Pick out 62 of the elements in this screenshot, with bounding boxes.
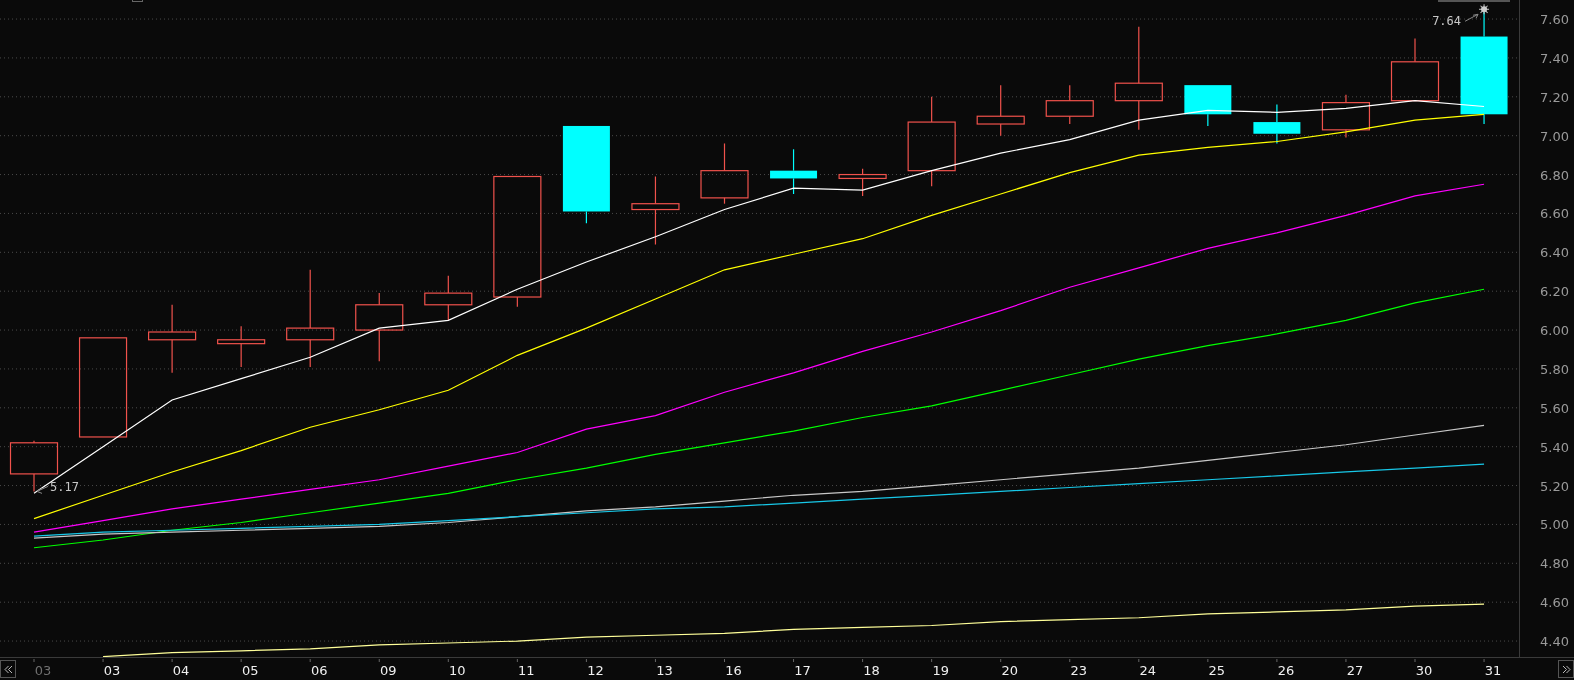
candlestick: [1390, 37, 1440, 102]
candlestick: [424, 275, 473, 321]
leader-arrow: [1464, 13, 1479, 22]
y-axis-label: 7.20: [1540, 89, 1569, 105]
x-axis-label: 09: [380, 662, 397, 678]
y-axis-label: 5.20: [1540, 478, 1569, 494]
y-axis-label: 7.60: [1540, 12, 1569, 28]
y-axis-label: 7.00: [1540, 128, 1569, 144]
x-axis-label: 18: [863, 662, 880, 678]
candlestick: [976, 84, 1025, 137]
x-axis-label: 11: [518, 662, 535, 678]
y-axis-label: 5.80: [1540, 361, 1569, 377]
x-axis-label: 24: [1139, 662, 1157, 678]
x-axis-label: 06: [310, 662, 328, 678]
candlestick: [1321, 94, 1371, 139]
x-axis-label: 04: [172, 662, 190, 678]
y-axis-label: 6.20: [1540, 284, 1569, 300]
y-axis-label: 6.40: [1540, 245, 1569, 261]
y-axis-label: 4.40: [1540, 634, 1569, 650]
x-axis-label: 26: [1277, 662, 1295, 678]
x-axis-label: 30: [1415, 662, 1433, 678]
x-axis-label: 20: [1001, 662, 1018, 678]
leader-arrow: [36, 485, 49, 494]
y-axis-label: 5.00: [1540, 517, 1569, 533]
y-axis-label: 7.40: [1540, 50, 1569, 66]
candlestick: [700, 142, 749, 205]
x-axis-label: 31: [1484, 662, 1502, 678]
y-axis-label: 4.80: [1540, 556, 1569, 572]
double-chevron-right-icon: [1561, 664, 1571, 674]
x-axis-label: 16: [725, 662, 742, 678]
star-marker-icon: [1478, 3, 1490, 15]
candlestick: [1184, 84, 1232, 127]
x-axis-label: 03: [103, 662, 121, 678]
candlestick: [1045, 84, 1094, 125]
x-axis-label: 19: [932, 662, 949, 678]
candlestick: [1253, 104, 1301, 145]
x-axis-label: 25: [1208, 662, 1226, 678]
x-axis-label: 23: [1070, 662, 1087, 678]
candlestick: [217, 325, 266, 368]
y-axis-label: 6.60: [1540, 206, 1569, 222]
x-axis-label: 17: [794, 662, 811, 678]
y-axis-label: 5.40: [1540, 439, 1569, 455]
x-axis-label: 13: [656, 662, 673, 678]
double-chevron-left-icon: [3, 664, 13, 674]
x-axis-label: 10: [449, 662, 466, 678]
candlestick: [838, 168, 887, 197]
y-axis-label: 5.60: [1540, 400, 1569, 416]
y-axis-label: 6.00: [1540, 323, 1569, 339]
candlestick: [148, 304, 197, 374]
candlestick: [770, 148, 818, 195]
candlestick: [631, 175, 680, 246]
candlestick: [355, 292, 404, 362]
x-axis-label: 27: [1346, 662, 1364, 678]
y-axis-label: 6.80: [1540, 167, 1569, 183]
x-axis-label: 05: [241, 662, 259, 678]
price-annotation: 5.17: [50, 480, 79, 495]
scroll-left-button[interactable]: [0, 660, 16, 678]
x-axis-label: 12: [587, 662, 604, 678]
scroll-right-button[interactable]: [1558, 660, 1574, 678]
price-annotation: 7.64: [1432, 14, 1462, 29]
y-axis-label: 4.60: [1540, 595, 1569, 611]
x-axis-label: 03: [34, 662, 52, 678]
